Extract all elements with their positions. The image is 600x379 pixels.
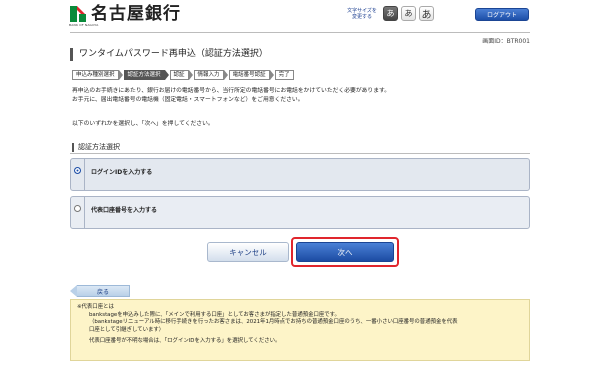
font-size-small-button[interactable]: あ: [383, 6, 398, 21]
header-divider: [70, 32, 530, 33]
step-arrow-icon: [269, 70, 274, 80]
header: BANK OF NAGOYA 名古屋銀行 文字サイズを変更する あ あ あ ログ…: [0, 0, 600, 32]
step-arrow-icon: [118, 70, 123, 80]
bank-logo-icon: [70, 6, 86, 22]
description-line-1: 再申込のお手続きにあたり、銀行お届けの電話番号から、当行所定の電話番号にお電話を…: [72, 88, 391, 94]
step-navigation: 申込み種別選択 認証方法選択 認証 情報入力 電話番号認証 完了: [72, 70, 294, 80]
description-line-2: お手元に、届出電話番号の電話機（固定電話・スマートフォンなど）をご用意ください。: [72, 97, 304, 103]
option-login-id-label: ログインIDを入力する: [91, 169, 153, 176]
step-2-current: 認証方法選択: [123, 70, 165, 80]
step-5: 電話番号認証: [228, 70, 270, 80]
radio-checked-icon[interactable]: [74, 167, 81, 174]
step-arrow-icon: [164, 70, 169, 80]
note-line-5: 代表口座番号が不明な場合は、「ログインIDを入力する」を選択してください。: [89, 338, 281, 345]
bank-name: 名古屋銀行: [91, 4, 181, 24]
option-account-number[interactable]: 代表口座番号を入力する: [70, 196, 530, 229]
section-title: 認証方法選択: [72, 143, 120, 152]
step-arrow-icon: [223, 70, 228, 80]
note-line-3: （bankstageリニューアル時に移行手続きを行ったお客さまは、2021年1月…: [89, 319, 458, 326]
section-divider: [70, 153, 530, 154]
instruction-text: 以下のいずれかを選択し、「次へ」を押してください。: [72, 121, 214, 127]
note-line-1: ※代表口座とは: [77, 304, 114, 310]
font-size-label: 文字サイズを変更する: [347, 8, 377, 20]
radio-unchecked-icon[interactable]: [74, 205, 81, 212]
option-login-id[interactable]: ログインIDを入力する: [70, 158, 530, 191]
page-title: ワンタイムパスワード再申込（認証方法選択）: [70, 48, 530, 61]
step-4: 情報入力: [193, 70, 224, 80]
screen-id: 画面ID：BTR001: [482, 38, 530, 45]
logout-button[interactable]: ログアウト: [475, 8, 529, 21]
bank-name-en: BANK OF NAGOYA: [69, 23, 99, 27]
back-button-label: 戻る: [77, 285, 130, 297]
option-account-number-label: 代表口座番号を入力する: [91, 207, 158, 214]
note-line-4: 口座として引継ぎしています）: [89, 326, 165, 333]
cancel-button[interactable]: キャンセル: [207, 242, 289, 262]
step-arrow-icon: [188, 70, 193, 80]
note-box: ※代表口座とは bankstageを申込みした際に、「メインで利用する口座」とし…: [70, 299, 530, 361]
back-button[interactable]: 戻る: [70, 285, 130, 297]
font-size-large-button[interactable]: あ: [419, 6, 434, 21]
option-radio-cell: [71, 159, 85, 190]
option-radio-cell: [71, 197, 85, 228]
description: 再申込のお手続きにあたり、銀行お届けの電話番号から、当行所定の電話番号にお電話を…: [72, 87, 532, 105]
next-button[interactable]: 次へ: [296, 242, 394, 262]
step-1: 申込み種別選択: [72, 70, 119, 80]
back-arrow-icon: [70, 285, 77, 297]
step-6: 完了: [274, 70, 294, 80]
font-size-medium-button[interactable]: あ: [401, 6, 416, 21]
step-3: 認証: [169, 70, 189, 80]
